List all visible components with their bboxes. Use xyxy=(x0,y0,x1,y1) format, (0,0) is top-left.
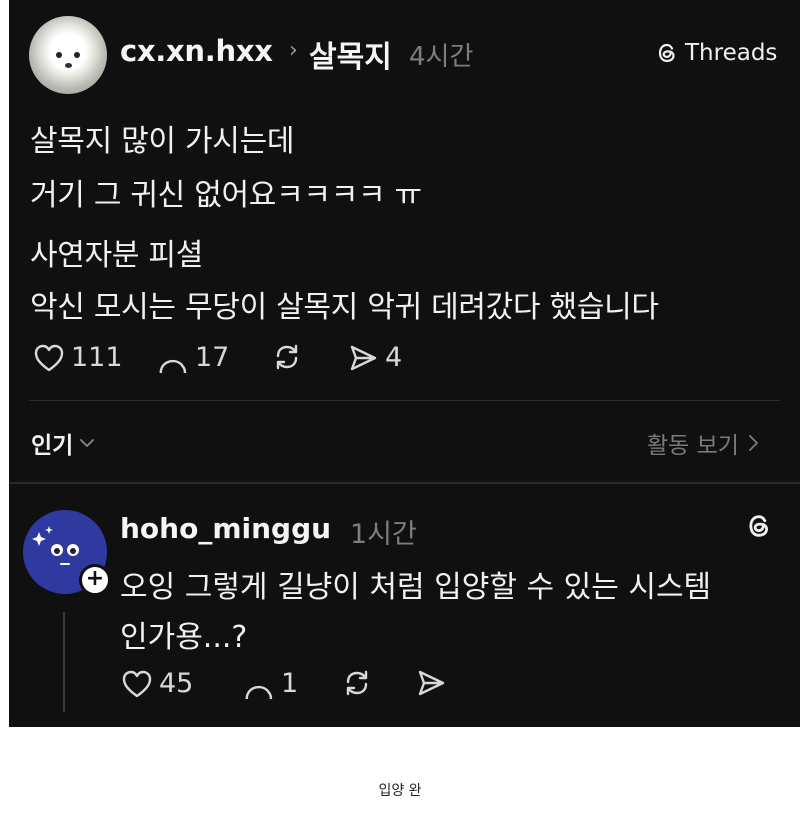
threads-logo-icon xyxy=(749,515,768,537)
breadcrumb-separator: › xyxy=(289,38,298,63)
avatar-nose xyxy=(65,63,72,68)
reply-comment-button[interactable]: 1 xyxy=(243,668,298,699)
heart-icon xyxy=(34,344,64,371)
share-count: 4 xyxy=(385,342,403,373)
avatar-eye-left xyxy=(56,52,62,58)
follow-plus-button[interactable]: + xyxy=(79,564,111,596)
repost-icon xyxy=(276,344,298,370)
plus-icon: + xyxy=(85,566,105,591)
post-text-line: 사연자분 피셜 xyxy=(30,238,204,273)
comment-icon xyxy=(245,685,273,699)
post-text-line: 거기 그 귀신 없어요ㅋㅋㅋㅋ ㅠ xyxy=(30,178,422,213)
sort-dropdown[interactable]: 인기 xyxy=(31,426,95,460)
post-text-line: 악신 모시는 무당이 살목지 악귀 데려갔다 했습니다 xyxy=(30,290,659,325)
reply-like-count: 45 xyxy=(159,668,194,699)
image-caption: 입양 완 xyxy=(378,783,422,799)
reply-username[interactable]: hoho_minggu xyxy=(120,512,331,545)
send-icon xyxy=(350,345,377,370)
thread-connector-line xyxy=(63,612,65,712)
reply-time: 1시간 xyxy=(350,519,417,550)
repost-button[interactable] xyxy=(271,342,303,372)
reply-text-line: 인가용...? xyxy=(120,620,248,655)
reply-like-button[interactable]: 45 xyxy=(121,668,193,699)
post-time: 4시간 xyxy=(409,42,474,72)
reply-text-line: 오잉 그렇게 길냥이 처럼 입양할 수 있는 시스템 xyxy=(120,570,712,605)
like-button[interactable]: 111 xyxy=(33,342,123,373)
brand-label: Threads xyxy=(685,40,778,66)
chevron-down-icon xyxy=(80,439,95,447)
reply-threads-badge xyxy=(745,512,773,544)
section-divider xyxy=(9,482,800,484)
threads-screenshot: cx.xn.hxx › 살목지 4시간 Threads 살목지 많이 가시는데 … xyxy=(9,0,800,727)
comment-count: 17 xyxy=(195,342,230,373)
avatar-eye-right xyxy=(74,52,80,58)
author-avatar[interactable] xyxy=(29,16,107,94)
threads-logo-icon xyxy=(658,43,675,63)
divider xyxy=(29,400,780,401)
reply-share-button[interactable] xyxy=(415,668,447,698)
post-text-line: 살목지 많이 가시는데 xyxy=(30,124,295,159)
threads-brand[interactable]: Threads xyxy=(655,40,777,66)
activity-label: 활동 보기 xyxy=(647,433,739,459)
reply-comment-count: 1 xyxy=(281,668,299,699)
forum-tag[interactable]: 살목지 xyxy=(309,32,392,76)
chevron-right-icon xyxy=(749,435,758,451)
heart-icon xyxy=(122,670,152,697)
share-button[interactable]: 4 xyxy=(347,342,402,373)
like-count: 111 xyxy=(71,342,123,373)
repost-icon xyxy=(346,670,368,696)
comment-icon xyxy=(159,359,187,373)
comment-button[interactable]: 17 xyxy=(157,342,229,373)
view-activity-link[interactable]: 활동 보기 xyxy=(647,426,759,460)
send-icon xyxy=(418,670,445,696)
reply-repost-button[interactable] xyxy=(341,668,373,698)
sort-label: 인기 xyxy=(31,433,74,459)
author-username[interactable]: cx.xn.hxx xyxy=(120,34,273,68)
